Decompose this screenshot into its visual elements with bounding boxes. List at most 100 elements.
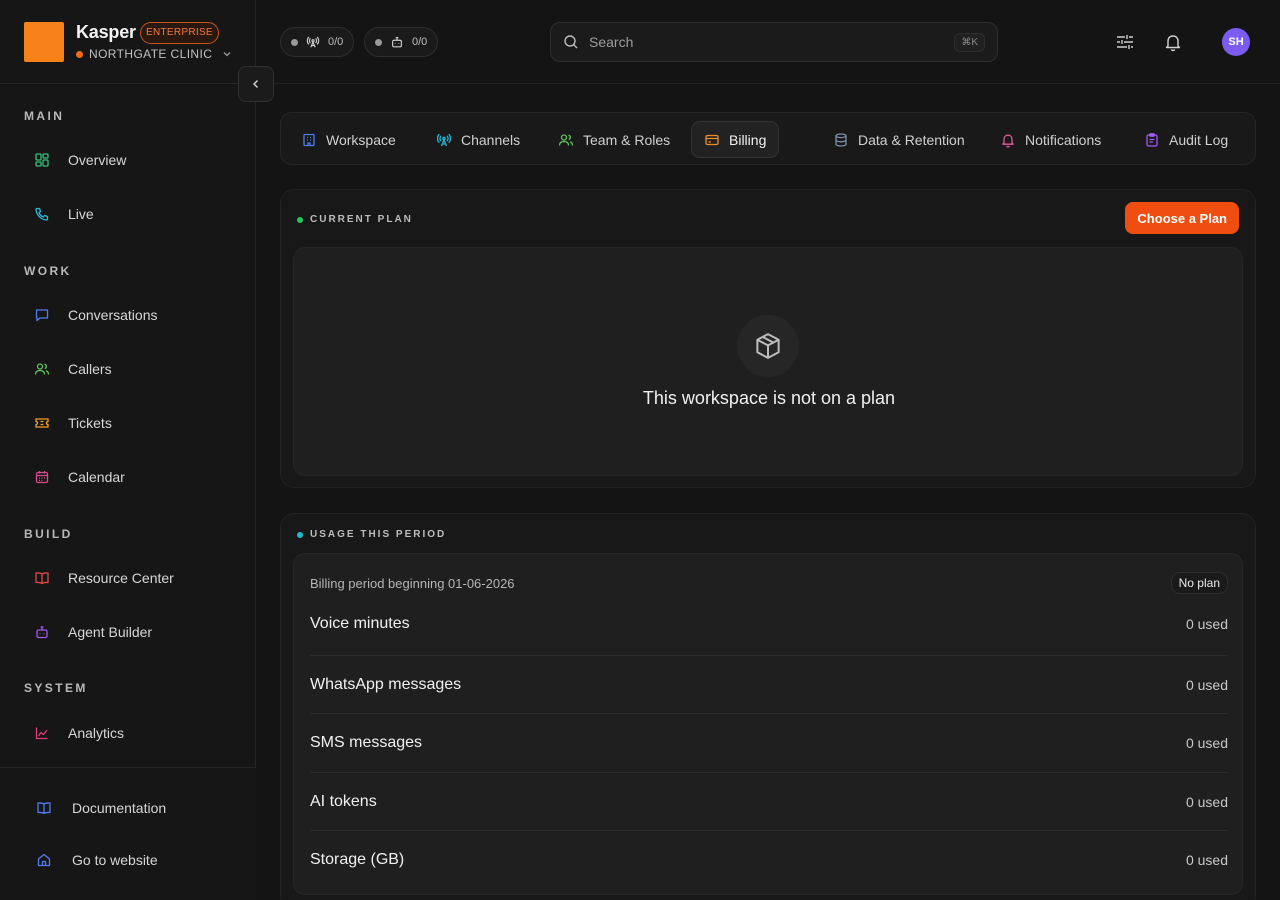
sidebar-item-label: Calendar — [68, 469, 125, 485]
tab-label: Audit Log — [1169, 131, 1229, 148]
sidebar-item-overview[interactable]: Overview — [24, 140, 232, 180]
usage-row-sms: SMS messages 0 used — [310, 713, 1228, 771]
phone-icon — [35, 207, 49, 221]
org-switcher[interactable]: NORTHGATE CLINIC — [76, 47, 232, 61]
sidebar-item-tickets[interactable]: Tickets — [24, 403, 232, 443]
tab-label: Channels — [461, 131, 521, 148]
empty-state-text: This workspace is not on a plan — [642, 388, 896, 408]
book-icon — [35, 572, 49, 585]
sidebar-item-callers[interactable]: Callers — [24, 349, 232, 389]
notifications-button[interactable] — [1161, 30, 1185, 54]
status-dot — [291, 38, 298, 46]
usage-metric-name: WhatsApp messages — [310, 675, 462, 693]
sidebar: Kasper ENTERPRISE NORTHGATE CLINIC MAIN … — [0, 0, 256, 900]
sidebar-item-label: Tickets — [68, 415, 112, 431]
chevron-left-icon — [252, 79, 259, 89]
tab-data-retention[interactable]: Data & Retention — [821, 121, 977, 158]
brand[interactable]: Kasper ENTERPRISE NORTHGATE CLINIC — [24, 22, 244, 62]
usage-metric-name: Voice minutes — [310, 615, 410, 632]
grid-icon — [35, 153, 49, 167]
usage-metric-value: 0 used — [1185, 616, 1228, 632]
empty-plan-panel: This workspace is not on a plan — [293, 247, 1243, 476]
org-status-dot — [76, 50, 83, 58]
section-dot — [297, 216, 303, 223]
tab-audit-log[interactable]: Audit Log — [1132, 121, 1240, 158]
users-icon — [558, 133, 574, 146]
usage-metric-value: 0 used — [1185, 851, 1228, 868]
section-heading-text: CURRENT PLAN — [310, 214, 413, 225]
database-icon — [835, 132, 847, 147]
sidebar-footer: Documentation Go to website — [0, 767, 256, 900]
search-icon — [564, 35, 578, 49]
tab-label: Workspace — [326, 131, 396, 148]
usage-metric-name: AI tokens — [310, 792, 377, 810]
choose-plan-button[interactable]: Choose a Plan — [1125, 202, 1239, 234]
chevron-down-icon — [223, 52, 231, 57]
plan-tier-badge: ENTERPRISE — [140, 22, 219, 44]
sidebar-item-calendar[interactable]: Calendar — [24, 457, 232, 497]
sidebar-item-agent-builder[interactable]: Agent Builder — [24, 612, 232, 652]
footer-item-label: Go to website — [72, 852, 158, 868]
calendar-icon — [35, 471, 49, 484]
section-dot — [297, 531, 303, 538]
usage-metric-value: 0 used — [1185, 734, 1228, 751]
sidebar-item-label: Conversations — [68, 307, 158, 323]
usage-row-storage: Storage (GB) 0 used — [310, 830, 1228, 888]
antenna-icon — [436, 133, 452, 146]
tab-label: Team & Roles — [583, 131, 671, 148]
collapse-sidebar-button[interactable] — [238, 66, 274, 102]
sidebar-divider — [0, 83, 256, 84]
section-heading-text: USAGE THIS PERIOD — [310, 529, 447, 540]
footer-documentation-link[interactable]: Documentation — [36, 800, 166, 816]
sliders-icon — [1117, 35, 1133, 49]
users-icon — [34, 363, 50, 375]
current-plan-card: CURRENT PLAN Choose a Plan This workspac… — [280, 189, 1256, 488]
usage-row-whatsapp: WhatsApp messages 0 used — [310, 655, 1228, 713]
search-shortcut-hint: ⌘K — [954, 32, 985, 52]
usage-metric-value: 0 used — [1185, 793, 1228, 810]
package-icon — [756, 333, 780, 359]
tab-workspace[interactable]: Workspace — [289, 121, 408, 158]
org-name: NORTHGATE CLINIC — [89, 47, 213, 61]
empty-state-icon-wrap — [737, 315, 799, 377]
filters-button[interactable] — [1113, 30, 1137, 54]
tab-billing[interactable]: Billing — [691, 121, 780, 158]
card-icon — [705, 134, 719, 145]
channels-status-pill[interactable]: 0/0 — [280, 27, 355, 57]
chart-icon — [35, 727, 48, 740]
user-avatar[interactable]: SH — [1222, 28, 1250, 56]
footer-website-link[interactable]: Go to website — [36, 852, 158, 868]
sidebar-item-resource-center[interactable]: Resource Center — [24, 558, 232, 598]
section-label-work: WORK — [24, 264, 72, 278]
agents-count: 0/0 — [412, 36, 428, 48]
usage-metric-name: Storage (GB) — [310, 850, 405, 868]
usage-row-ai-tokens: AI tokens 0 used — [310, 772, 1228, 830]
channels-count: 0/0 — [328, 36, 344, 48]
sidebar-item-label: Agent Builder — [68, 624, 153, 640]
tab-team-roles[interactable]: Team & Roles — [546, 121, 682, 158]
usage-row-voice-minutes: Voice minutes 0 used — [310, 595, 1228, 653]
usage-heading: USAGE THIS PERIOD — [297, 529, 446, 540]
section-label-system: SYSTEM — [24, 681, 88, 695]
settings-tabs: Workspace Channels Team & Roles Billing … — [280, 112, 1256, 165]
book-open-icon — [37, 802, 51, 815]
tab-notifications[interactable]: Notifications — [988, 121, 1113, 158]
bell-icon — [1165, 35, 1181, 52]
tab-channels[interactable]: Channels — [424, 121, 532, 158]
sidebar-item-analytics[interactable]: Analytics — [24, 713, 232, 753]
sidebar-item-live[interactable]: Live — [24, 194, 232, 234]
sidebar-item-label: Resource Center — [68, 570, 174, 586]
search-input[interactable] — [589, 34, 945, 50]
tab-label: Data & Retention — [858, 131, 965, 148]
search-bar[interactable]: ⌘K — [550, 22, 998, 62]
sidebar-item-conversations[interactable]: Conversations — [24, 295, 232, 335]
building-icon — [303, 133, 315, 146]
current-plan-heading: CURRENT PLAN — [297, 214, 413, 225]
footer-item-label: Documentation — [72, 800, 167, 816]
billing-period-label: Billing period beginning 01-06-2026 — [310, 575, 515, 591]
section-label-main: MAIN — [24, 109, 65, 123]
section-label-build: BUILD — [24, 527, 73, 541]
antenna-icon — [306, 36, 320, 48]
agents-status-pill[interactable]: 0/0 — [364, 27, 439, 57]
sidebar-item-label: Callers — [68, 361, 112, 377]
